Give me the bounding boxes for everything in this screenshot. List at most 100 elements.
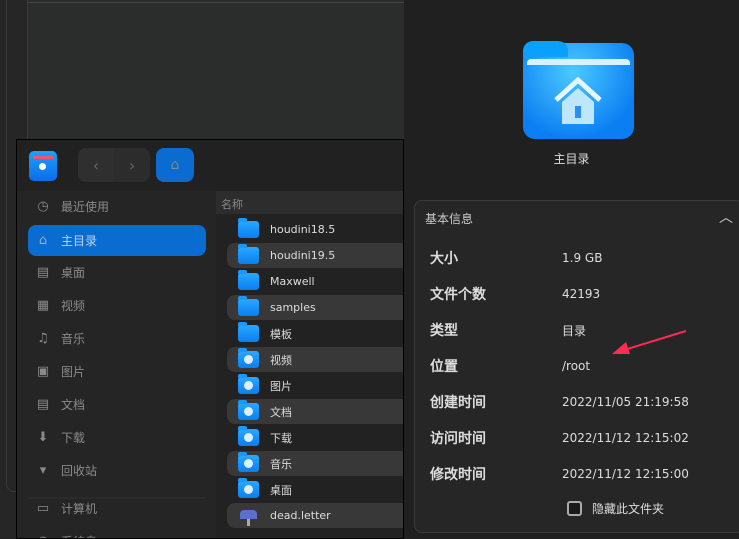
info-key: 创建时间 [430, 395, 486, 411]
file-list: 名称 houdini18.5 houdini19.5 Maxwell samples 模… [216, 191, 403, 538]
file-name: 桌面 [270, 483, 292, 497]
video-icon: ▦ [36, 298, 50, 313]
sidebar-item-clock[interactable]: ◷ 最近使用 [28, 191, 206, 222]
file-row[interactable]: 模板 [227, 321, 403, 346]
sidebar-item-disk[interactable]: ◍ 系统盘 [28, 526, 206, 538]
file-row[interactable]: 音乐 [227, 451, 403, 476]
info-row: 位置/root [430, 356, 739, 376]
file-manager-window: ‹ › ⌂ ◷ 最近使用 ⌂ 主目录 ▤ 桌面 ▦ 视频 ♫ 音乐 ▣ 图片 ▤ 文档 ⬇ 下载 ▾ 回收站 ▭ 计算… [16, 139, 404, 539]
info-key: 文件个数 [430, 287, 486, 303]
info-key: 修改时间 [430, 467, 486, 483]
file-row[interactable]: 文档 [227, 399, 403, 424]
disk-icon: ◍ [35, 534, 51, 538]
file-name: 文档 [270, 405, 292, 419]
toolbar: ‹ › ⌂ [17, 140, 403, 191]
details-panel: 主目录 基本信息 ︿ 大小 1.9 GB 文件个数 42193 类型 目录 位置/root 创… [404, 0, 739, 538]
app-logo-icon [29, 151, 57, 181]
info-row: 大小 1.9 GB [430, 248, 739, 268]
basic-info-section: 基本信息 ︿ 大小 1.9 GB 文件个数 42193 类型 目录 位置/root 创建时间 2… [414, 200, 739, 533]
home-folder-icon [523, 41, 634, 139]
forward-button[interactable]: › [114, 148, 150, 182]
sidebar-item-download[interactable]: ⬇ 下载 [28, 422, 206, 453]
sidebar: ◷ 最近使用 ⌂ 主目录 ▤ 桌面 ▦ 视频 ♫ 音乐 ▣ 图片 ▤ 文档 ⬇ 下载 ▾ 回收站 ▭ 计算机 ◍ 系统盘 [17, 191, 216, 538]
file-row[interactable]: samples [227, 295, 403, 320]
divider [27, 2, 404, 3]
info-value: 1.9 GB [562, 251, 603, 265]
file-row[interactable]: 图片 [227, 373, 403, 398]
folder-icon [238, 322, 259, 342]
section-title: 基本信息 [425, 212, 474, 226]
collapse-chevron-up-icon[interactable]: ︿ [719, 207, 733, 227]
sidebar-item-label: 主目录 [61, 234, 98, 248]
hide-folder-label: 隐藏此文件夹 [592, 502, 665, 516]
file-row[interactable]: dead.letter [227, 503, 403, 528]
folder-icon [238, 400, 259, 420]
mailbox-icon [238, 506, 259, 526]
checkbox-box[interactable] [567, 501, 582, 516]
back-button[interactable]: ‹ [78, 148, 114, 182]
desktop-icon: ▤ [36, 265, 50, 280]
sidebar-divider [28, 497, 206, 499]
column-header-name[interactable]: 名称 [216, 191, 403, 214]
folder-icon [238, 296, 259, 316]
info-value: 2022/11/12 12:15:00 [562, 467, 689, 481]
sidebar-item-label: 桌面 [61, 266, 86, 280]
file-name: 模板 [270, 327, 292, 341]
info-row: 文件个数 42193 [430, 284, 739, 304]
file-row[interactable]: 桌面 [227, 477, 403, 502]
clock-icon: ◷ [37, 199, 49, 214]
file-name: 视频 [270, 353, 292, 367]
file-name: 音乐 [270, 457, 292, 471]
info-key: 访问时间 [430, 431, 486, 447]
sidebar-item-label: 音乐 [61, 332, 86, 346]
info-value: 42193 [562, 287, 601, 301]
folder-icon [238, 348, 259, 368]
file-row[interactable]: houdini19.5 [227, 243, 403, 268]
info-value: 2022/11/05 21:19:58 [562, 395, 689, 409]
file-row[interactable]: 下载 [227, 425, 403, 450]
sidebar-item-trash[interactable]: ▾ 回收站 [28, 455, 206, 486]
sidebar-item-document[interactable]: ▤ 文档 [28, 389, 206, 420]
hide-folder-checkbox[interactable]: 隐藏此文件夹 [567, 500, 664, 517]
file-name: houdini18.5 [270, 223, 336, 236]
sidebar-item-video[interactable]: ▦ 视频 [28, 290, 206, 321]
info-value: /root [562, 359, 591, 373]
file-name: houdini19.5 [270, 249, 336, 262]
info-value: 2022/11/12 12:15:02 [562, 431, 689, 445]
sidebar-item-label: 下载 [61, 431, 86, 445]
file-row[interactable]: 视频 [227, 347, 403, 372]
navigation-buttons: ‹ › [78, 148, 150, 182]
sidebar-item-label: 回收站 [61, 464, 98, 478]
folder-title: 主目录 [553, 152, 590, 166]
file-name: Maxwell [270, 275, 315, 288]
trash-icon: ▾ [39, 463, 47, 478]
sidebar-item-label: 系统盘 [61, 533, 97, 538]
sidebar-item-label: 最近使用 [61, 200, 110, 214]
file-row[interactable]: houdini18.5 [227, 217, 403, 242]
sidebar-item-label: 图片 [61, 365, 86, 379]
sidebar-item-picture[interactable]: ▣ 图片 [28, 356, 206, 387]
folder-icon [238, 374, 259, 394]
home-breadcrumb-button[interactable]: ⌂ [156, 148, 194, 182]
file-name: 下载 [270, 431, 292, 445]
document-icon: ▤ [36, 397, 50, 412]
file-name: 图片 [270, 379, 292, 393]
info-row: 访问时间 2022/11/12 12:15:02 [430, 428, 739, 448]
file-name: dead.letter [270, 509, 331, 522]
background-window-content [27, 0, 404, 140]
picture-icon: ▣ [36, 364, 50, 379]
music-icon: ♫ [37, 331, 49, 346]
home-icon: ⌂ [170, 157, 180, 173]
sidebar-item-label: 文档 [61, 398, 86, 412]
sidebar-item-home[interactable]: ⌂ 主目录 [28, 225, 206, 256]
sidebar-item-music[interactable]: ♫ 音乐 [28, 323, 206, 354]
info-key: 位置 [430, 359, 458, 375]
file-row[interactable]: Maxwell [227, 269, 403, 294]
info-row: 创建时间 2022/11/05 21:19:58 [430, 392, 739, 412]
sidebar-item-desktop[interactable]: ▤ 桌面 [28, 257, 206, 288]
download-icon: ⬇ [37, 430, 49, 445]
home-icon: ⌂ [38, 233, 48, 248]
sidebar-item-label: 视频 [61, 299, 86, 313]
info-key: 类型 [430, 323, 458, 339]
folder-icon [238, 426, 259, 446]
